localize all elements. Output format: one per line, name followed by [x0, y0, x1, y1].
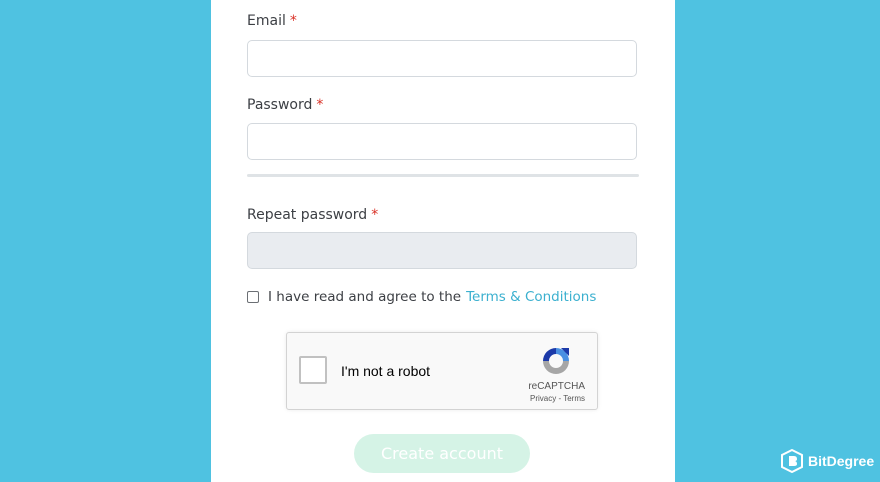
- terms-text: I have read and agree to the: [268, 289, 462, 305]
- email-label: Email *: [247, 13, 297, 29]
- recaptcha-widget: I'm not a robot reCAPTCHA Privacy - Term…: [286, 332, 598, 410]
- signup-card: Email * Password * Repeat password * I have…: [211, 0, 675, 482]
- bitdegree-logo-icon: [781, 449, 803, 473]
- required-mark: *: [371, 207, 379, 223]
- recaptcha-links[interactable]: Privacy - Terms: [530, 394, 585, 403]
- repeat-password-input[interactable]: [247, 232, 637, 269]
- recaptcha-label: I'm not a robot: [341, 363, 431, 379]
- terms-link[interactable]: Terms & Conditions: [466, 289, 596, 305]
- email-label-text: Email: [247, 13, 286, 29]
- password-strength-bar: [247, 174, 639, 177]
- bitdegree-watermark: BitDegree: [781, 449, 874, 473]
- terms-checkbox[interactable]: [247, 291, 259, 303]
- password-input[interactable]: [247, 123, 637, 160]
- watermark-text: BitDegree: [808, 453, 875, 469]
- required-mark: *: [289, 13, 297, 29]
- recaptcha-checkbox[interactable]: [299, 356, 327, 384]
- repeat-password-label-text: Repeat password: [247, 207, 368, 223]
- recaptcha-logo-icon: [543, 348, 569, 374]
- email-input[interactable]: [247, 40, 637, 77]
- recaptcha-brand: reCAPTCHA: [528, 381, 585, 392]
- password-label: Password *: [247, 97, 323, 113]
- required-mark: *: [316, 97, 324, 113]
- password-label-text: Password: [247, 97, 313, 113]
- create-account-button[interactable]: Create account: [354, 434, 530, 473]
- terms-row: I have read and agree to the Terms & Con…: [247, 289, 596, 305]
- repeat-password-label: Repeat password *: [247, 207, 378, 223]
